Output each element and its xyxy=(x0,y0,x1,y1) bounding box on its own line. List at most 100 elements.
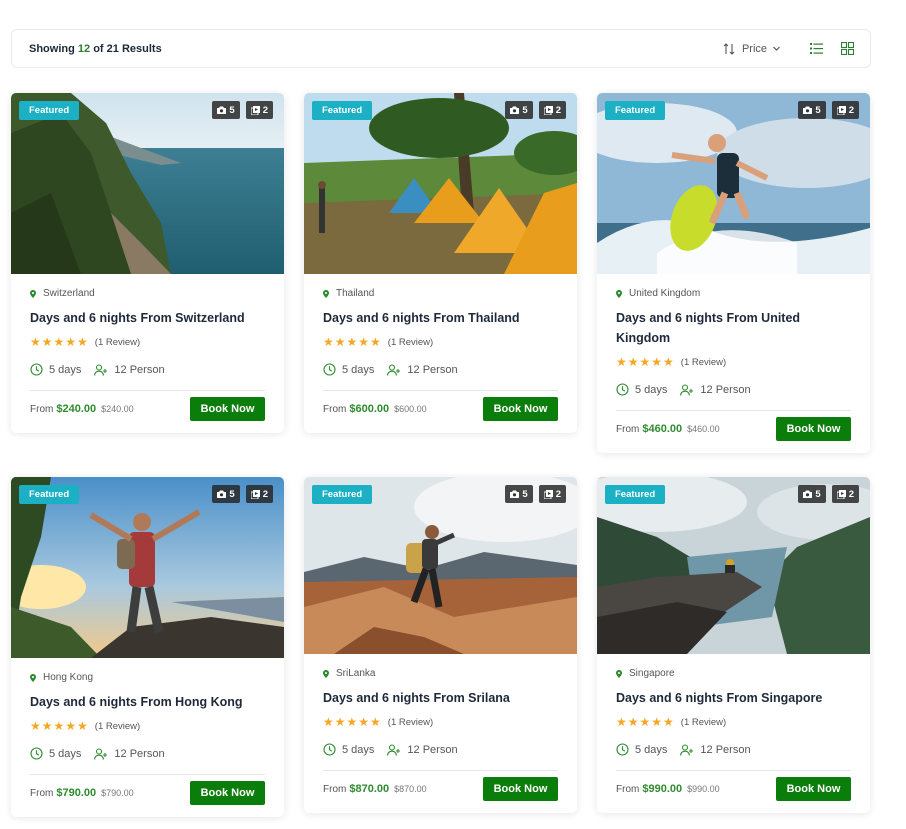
book-now-button[interactable]: Book Now xyxy=(483,397,558,421)
tour-image[interactable]: Featured 5 2 xyxy=(597,93,870,274)
tour-group-size: 12 Person xyxy=(94,363,165,376)
tour-duration: 5 days xyxy=(30,747,81,760)
results-prefix: Showing xyxy=(29,42,75,55)
photo-count[interactable]: 5 xyxy=(505,485,533,503)
location-label: Switzerland xyxy=(43,288,95,299)
video-count[interactable]: 2 xyxy=(538,101,566,119)
video-count[interactable]: 2 xyxy=(831,485,859,503)
book-now-button[interactable]: Book Now xyxy=(776,417,851,441)
grid-view-icon xyxy=(840,42,854,55)
current-price: $240.00 xyxy=(56,403,97,415)
tour-group-size: 12 Person xyxy=(680,383,751,396)
old-price: $240.00 xyxy=(101,404,134,414)
photo-count[interactable]: 5 xyxy=(798,485,826,503)
location-pin-icon xyxy=(616,289,622,298)
results-shown: 12 xyxy=(77,42,91,55)
results-count: Showing 12 of 21 Results xyxy=(29,43,162,55)
tour-card: Featured 5 2 Singapore Days and 6 nights… xyxy=(597,477,870,813)
tour-price: From $600.00 $600.00 xyxy=(323,403,427,415)
video-icon xyxy=(836,489,846,499)
card-divider xyxy=(616,770,851,771)
video-count-value: 2 xyxy=(262,104,268,116)
people-label: 12 Person xyxy=(114,747,165,760)
sort-label: Price xyxy=(741,42,767,55)
photo-count[interactable]: 5 xyxy=(798,101,826,119)
review-count: (1 Review) xyxy=(680,356,727,368)
tour-group-size: 12 Person xyxy=(387,744,458,756)
featured-badge: Featured xyxy=(312,101,373,120)
add-person-icon xyxy=(680,383,694,396)
old-price: $460.00 xyxy=(687,424,720,434)
sort-dropdown[interactable]: Price xyxy=(723,43,781,55)
star-rating: ★★★★★ xyxy=(323,335,382,349)
star-rating: ★★★★★ xyxy=(323,715,382,729)
location-pin-icon xyxy=(616,669,622,678)
tour-price: From $870.00 $870.00 xyxy=(323,783,427,795)
current-price: $460.00 xyxy=(642,423,683,435)
tour-image[interactable]: Featured 5 2 xyxy=(304,93,577,274)
video-count[interactable]: 2 xyxy=(538,485,566,503)
video-count[interactable]: 2 xyxy=(831,101,859,119)
book-now-button[interactable]: Book Now xyxy=(776,777,851,801)
location-label: United Kingdom xyxy=(629,288,701,299)
book-now-button[interactable]: Book Now xyxy=(190,781,265,805)
tour-title[interactable]: Days and 6 nights From Singapore xyxy=(616,688,851,708)
tour-title[interactable]: Days and 6 nights From Hong Kong xyxy=(30,692,265,712)
featured-badge: Featured xyxy=(19,485,80,504)
book-now-button[interactable]: Book Now xyxy=(190,397,265,421)
add-person-icon xyxy=(387,363,401,376)
review-count: (1 Review) xyxy=(387,716,434,728)
tour-location: United Kingdom xyxy=(616,288,851,299)
tour-image[interactable]: Featured 5 2 xyxy=(597,477,870,654)
tour-title[interactable]: Days and 6 nights From United Kingdom xyxy=(616,308,851,348)
book-now-button[interactable]: Book Now xyxy=(483,777,558,801)
review-count: (1 Review) xyxy=(387,336,434,348)
location-label: SriLanka xyxy=(336,668,376,679)
grid-view-button[interactable] xyxy=(840,42,854,56)
star-rating: ★★★★★ xyxy=(616,715,675,729)
tour-card: Featured 5 2 Thailand Days and 6 nights … xyxy=(304,93,577,433)
video-icon xyxy=(543,489,553,499)
tour-title[interactable]: Days and 6 nights From Srilana xyxy=(323,688,558,708)
clock-icon xyxy=(616,383,629,396)
tour-image[interactable]: Featured 5 2 xyxy=(11,93,284,274)
list-view-button[interactable] xyxy=(809,42,823,56)
tour-price: From $990.00 $990.00 xyxy=(616,783,720,795)
tour-image[interactable]: Featured 5 2 xyxy=(11,477,284,658)
photo-count[interactable]: 5 xyxy=(505,101,533,119)
price-from-label: From xyxy=(616,424,640,435)
tour-duration: 5 days xyxy=(323,363,374,376)
video-icon xyxy=(836,105,846,115)
tour-location: Thailand xyxy=(323,288,558,299)
video-count-value: 2 xyxy=(262,488,268,500)
price-from-label: From xyxy=(30,788,54,799)
duration-label: 5 days xyxy=(49,747,82,760)
tour-card: Featured 5 2 SriLanka Days and 6 nights … xyxy=(304,477,577,813)
price-from-label: From xyxy=(30,404,54,415)
video-count[interactable]: 2 xyxy=(245,101,273,119)
photo-count[interactable]: 5 xyxy=(212,101,240,119)
tour-duration: 5 days xyxy=(616,743,667,756)
video-icon xyxy=(250,489,260,499)
photo-count[interactable]: 5 xyxy=(212,485,240,503)
card-divider xyxy=(30,390,265,391)
video-count[interactable]: 2 xyxy=(245,485,273,503)
tour-location: SriLanka xyxy=(323,668,558,679)
tour-duration: 5 days xyxy=(616,383,667,396)
tour-image[interactable]: Featured 5 2 xyxy=(304,477,577,654)
tour-title[interactable]: Days and 6 nights From Switzerland xyxy=(30,308,265,328)
tour-group-size: 12 Person xyxy=(387,363,458,376)
photo-count-value: 5 xyxy=(815,104,821,116)
old-price: $870.00 xyxy=(394,784,427,794)
add-person-icon xyxy=(94,363,108,376)
star-rating: ★★★★★ xyxy=(30,335,89,349)
video-count-value: 2 xyxy=(555,104,561,116)
review-count: (1 Review) xyxy=(680,716,727,728)
clock-icon xyxy=(30,363,43,376)
duration-label: 5 days xyxy=(49,363,82,376)
people-label: 12 Person xyxy=(407,363,458,376)
old-price: $990.00 xyxy=(687,784,720,794)
photo-count-value: 5 xyxy=(522,104,528,116)
price-from-label: From xyxy=(323,784,347,795)
tour-title[interactable]: Days and 6 nights From Thailand xyxy=(323,308,558,328)
